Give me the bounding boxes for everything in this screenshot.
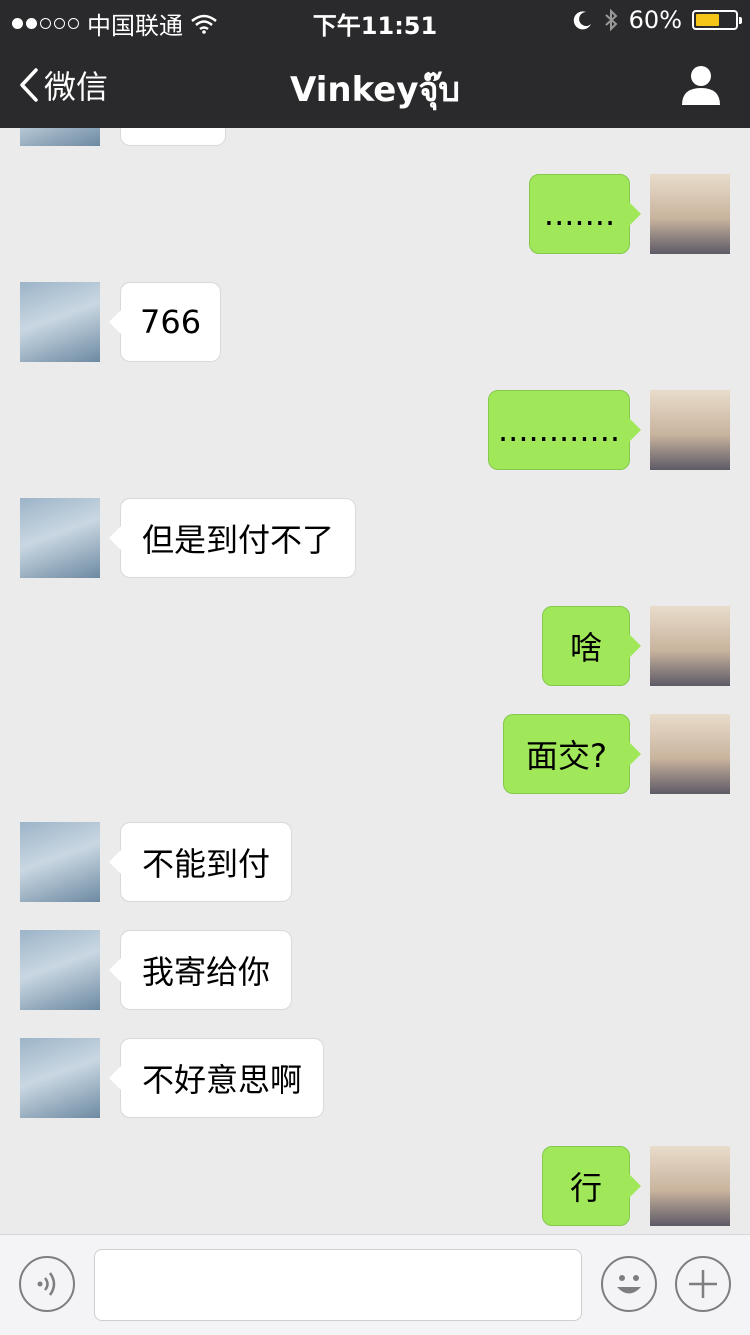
contact-avatar[interactable] bbox=[20, 282, 100, 362]
plus-icon bbox=[689, 1270, 717, 1298]
status-right: 60% bbox=[573, 6, 742, 34]
contact-avatar[interactable] bbox=[20, 498, 100, 578]
message-row: 766 bbox=[0, 282, 750, 362]
contact-avatar[interactable] bbox=[20, 930, 100, 1010]
message-bubble-sent[interactable]: 啥 bbox=[542, 606, 641, 686]
bluetooth-icon bbox=[604, 8, 618, 32]
message-bubble-received[interactable]: 不好意思啊 bbox=[109, 1038, 324, 1118]
contact-avatar[interactable] bbox=[20, 1038, 100, 1118]
battery-level bbox=[696, 14, 719, 26]
battery-percent: 60% bbox=[628, 6, 682, 34]
message-bubble-sent[interactable]: 行 bbox=[542, 1146, 641, 1226]
voice-icon bbox=[37, 1272, 56, 1296]
message-row: 啥 bbox=[0, 606, 750, 686]
message-row: ............ bbox=[0, 390, 750, 470]
message-bubble-sent[interactable]: ....... bbox=[529, 174, 641, 254]
message-bubble-received[interactable]: 766 bbox=[109, 282, 221, 362]
message-row: 不能到付 bbox=[0, 822, 750, 902]
message-input[interactable] bbox=[94, 1249, 582, 1321]
nav-bar: 微信 Vinkeyจุ๊บ bbox=[0, 40, 750, 128]
message-row bbox=[0, 128, 750, 146]
contact-avatar[interactable] bbox=[20, 822, 100, 902]
more-button[interactable] bbox=[675, 1256, 731, 1312]
message-row: 但是到付不了 bbox=[0, 498, 750, 578]
message-row: ....... bbox=[0, 174, 750, 254]
my-avatar[interactable] bbox=[650, 1146, 730, 1226]
input-bar bbox=[0, 1234, 750, 1335]
message-row: 行 bbox=[0, 1146, 750, 1226]
voice-button[interactable] bbox=[19, 1256, 75, 1312]
status-bar: 中国联通 下午11:51 60% bbox=[0, 0, 750, 40]
chat-area[interactable]: ....... 766............ 但是到付不了啥面交? 不能到付我寄给你… bbox=[0, 128, 750, 1234]
message-bubble-received[interactable] bbox=[120, 128, 226, 146]
page-title: Vinkeyจุ๊บ bbox=[290, 70, 460, 110]
emoji-button[interactable] bbox=[601, 1256, 657, 1312]
my-avatar[interactable] bbox=[650, 714, 730, 794]
message-row: 面交? bbox=[0, 714, 750, 794]
battery-icon bbox=[692, 10, 742, 30]
emoji-icon bbox=[617, 1275, 641, 1294]
my-avatar[interactable] bbox=[650, 174, 730, 254]
message-bubble-received[interactable]: 但是到付不了 bbox=[109, 498, 356, 578]
message-bubble-received[interactable]: 不能到付 bbox=[109, 822, 292, 902]
moon-icon bbox=[573, 11, 591, 30]
my-avatar[interactable] bbox=[650, 390, 730, 470]
message-row: 我寄给你 bbox=[0, 930, 750, 1010]
message-bubble-received[interactable]: 我寄给你 bbox=[109, 930, 292, 1010]
profile-icon[interactable] bbox=[680, 64, 722, 106]
contact-avatar[interactable] bbox=[20, 128, 100, 146]
my-avatar[interactable] bbox=[650, 606, 730, 686]
message-bubble-sent[interactable]: 面交? bbox=[503, 714, 641, 794]
message-row: 不好意思啊 bbox=[0, 1038, 750, 1118]
message-bubble-sent[interactable]: ............ bbox=[488, 390, 641, 470]
